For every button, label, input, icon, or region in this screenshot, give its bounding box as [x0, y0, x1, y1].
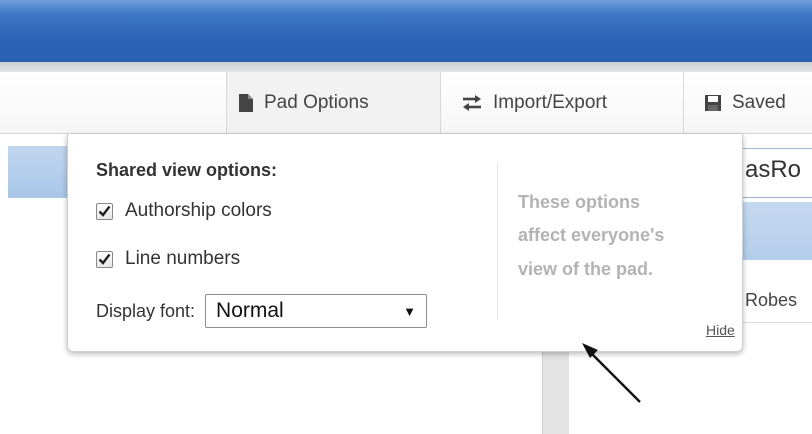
authorship-colors-checkbox[interactable] — [96, 202, 113, 220]
title-bar-separator — [0, 62, 812, 72]
display-font-row: Display font: Normal ▼ — [96, 294, 428, 328]
display-font-select[interactable]: Normal ▼ — [205, 294, 428, 328]
dropdown-arrow-icon: ▼ — [403, 303, 417, 319]
checkmark-icon — [98, 253, 111, 265]
line-numbers-label: Line numbers — [125, 248, 241, 269]
side-user-text: Robes — [745, 290, 798, 310]
pad-options-popup: Shared view options: Authorship colors L… — [67, 134, 743, 352]
import-export-button[interactable]: Import/Export — [441, 72, 683, 133]
popup-heading: Shared view options: — [96, 160, 278, 180]
note-line: view of the pad. — [518, 258, 654, 279]
authorship-colors-option[interactable]: Authorship colors — [96, 200, 272, 222]
popup-note: These options affect everyone's view of … — [518, 186, 728, 286]
side-title-text: asRo — [745, 156, 802, 183]
popup-divider — [497, 162, 498, 320]
toolbar: Pad Options Import/Export Saved — [0, 72, 812, 134]
authorship-colors-label: Authorship colors — [125, 200, 272, 221]
saved-revisions-button[interactable]: Saved — [684, 72, 812, 133]
annotation-arrow-icon — [582, 343, 641, 403]
document-icon — [238, 93, 254, 113]
note-line: affect everyone's — [518, 225, 665, 246]
display-font-value: Normal — [216, 299, 284, 322]
pad-options-label: Pad Options — [264, 91, 369, 113]
line-numbers-checkbox[interactable] — [96, 250, 113, 268]
saved-label: Saved — [732, 91, 786, 113]
title-bar — [0, 0, 812, 62]
note-line: These options — [518, 192, 641, 212]
import-export-label: Import/Export — [493, 91, 608, 113]
floppy-disk-icon — [704, 94, 722, 112]
line-numbers-option[interactable]: Line numbers — [96, 248, 240, 270]
pad-options-button[interactable]: Pad Options — [227, 72, 440, 133]
hide-link[interactable]: Hide — [706, 322, 735, 338]
screen: Pad Options Import/Export Saved asRo Rob… — [0, 0, 812, 434]
checkmark-icon — [98, 205, 111, 217]
display-font-label: Display font: — [96, 300, 196, 321]
swap-arrows-icon — [461, 94, 483, 112]
